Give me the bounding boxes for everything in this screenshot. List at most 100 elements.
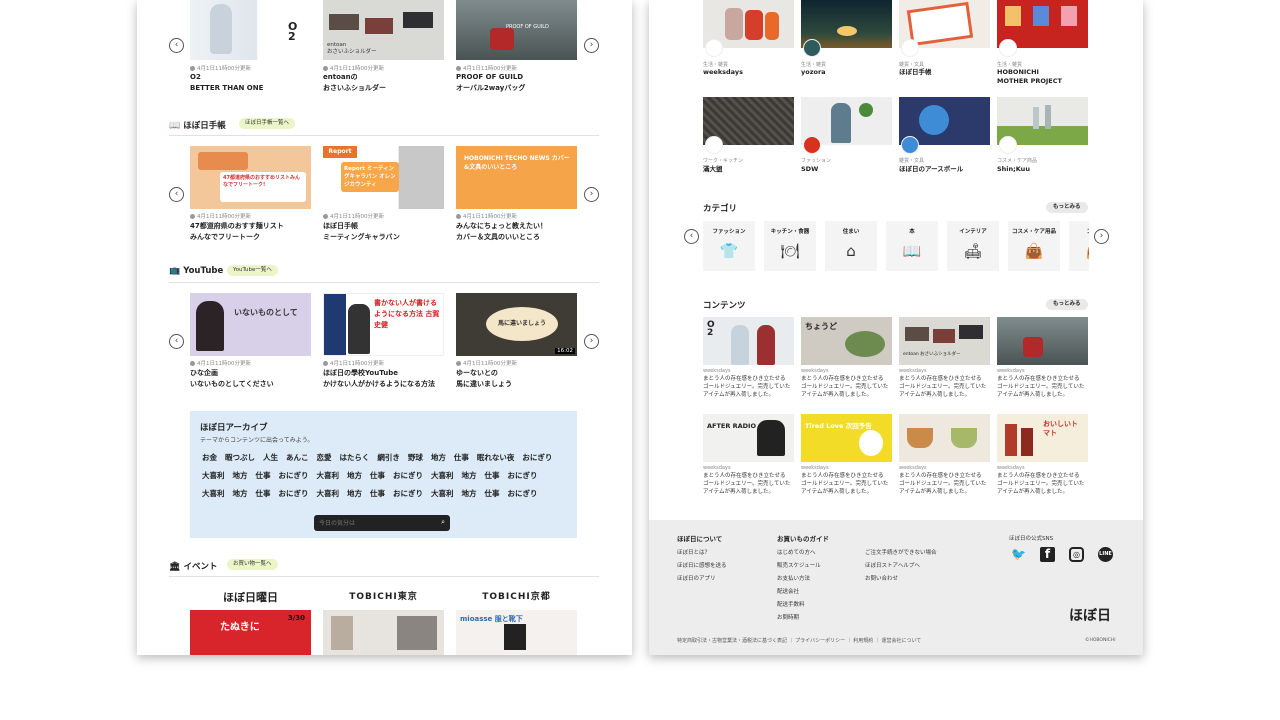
search-icon[interactable]: ⌕ xyxy=(441,518,445,527)
archive-tag[interactable]: 大喜利 xyxy=(202,471,225,480)
carousel-next-arrow-icon[interactable]: › xyxy=(1094,229,1109,244)
archive-tag[interactable]: おにぎり xyxy=(279,489,309,498)
archive-tag[interactable]: 仕事 xyxy=(256,489,271,498)
footer-link[interactable]: お問い合わせ xyxy=(865,574,898,582)
archive-tag[interactable]: おにぎり xyxy=(522,453,552,462)
venue-name[interactable]: TOBICHI京都 xyxy=(456,589,577,602)
content-desc[interactable]: まとう人の存在感をひき立たせる ゴールドジュエリー。完売していた アイテムが再入荷し… xyxy=(801,472,888,496)
footer-link[interactable]: 配送手数料 xyxy=(777,600,805,608)
footer-link[interactable]: ほぼ日のアプリ xyxy=(677,574,716,582)
archive-tag[interactable]: 大喜利 xyxy=(431,489,454,498)
techo-item-title[interactable]: ほぼ日手帳 ミーティングキャラバン xyxy=(323,221,400,243)
content-desc[interactable]: まとう人の存在感をひき立たせる ゴールドジュエリー。完売していた アイテムが再入荷し… xyxy=(703,375,790,399)
archive-tag[interactable]: あんこ xyxy=(286,453,309,462)
footer-link[interactable]: ほぼ日とは？ xyxy=(677,548,710,556)
techo-thumb-3[interactable]: HOBONICHI TECHO NEWS カバー&文具のいいところ xyxy=(456,146,577,209)
archive-search-input[interactable] xyxy=(319,518,429,528)
line-icon[interactable]: LINE xyxy=(1098,547,1113,562)
archive-tag[interactable]: おにぎり xyxy=(393,471,423,480)
archive-tag[interactable]: 野球 xyxy=(408,453,423,462)
techo-thumb-2[interactable]: Report Report ミーティングキャラバン オレンジカウンティ xyxy=(323,146,444,209)
footer-link[interactable]: ほぼ日に感想を送る xyxy=(677,561,727,569)
category-kitchen[interactable]: キッチン・食器 🍽 xyxy=(764,221,816,271)
archive-tag[interactable]: 恋愛 xyxy=(317,453,332,462)
content-thumb-3[interactable]: entoan おさいふショルダー xyxy=(899,317,990,365)
footer-link[interactable]: ご注文手続きができない場合 xyxy=(865,548,937,556)
content-desc[interactable]: まとう人の存在感をひき立たせる ゴールドジュエリー。完売していた アイテムが再入荷し… xyxy=(703,472,790,496)
product-thumb-o2[interactable]: O 2 xyxy=(190,0,311,60)
footer-link[interactable]: お支払い方法 xyxy=(777,574,810,582)
archive-tag[interactable]: 地方 xyxy=(347,471,362,480)
category-interior[interactable]: インテリア 🛋 xyxy=(947,221,999,271)
techo-list-link[interactable]: ほぼ日手帳一覧へ xyxy=(239,118,296,129)
youtube-item-title[interactable]: ゆーないとの 馬に違いましょう xyxy=(456,368,512,390)
category-home[interactable]: 住まい ⌂ xyxy=(825,221,877,271)
archive-tag[interactable]: おにぎり xyxy=(508,471,538,480)
footer-link[interactable]: 販売スケジュール xyxy=(777,561,821,569)
product-title[interactable]: PROOF OF GUILD オーバル2wayバッグ xyxy=(456,72,525,94)
footer-link[interactable]: 配送会社 xyxy=(777,587,799,595)
youtube-item-title[interactable]: ほぼ日の學校YouTube かけない人がかけるようになる方法 xyxy=(323,368,435,390)
archive-tag[interactable]: 仕事 xyxy=(370,489,385,498)
archive-tag[interactable]: 地方 xyxy=(462,489,477,498)
content-desc[interactable]: まとう人の存在感をひき立たせる ゴールドジュエリー。完売していた アイテムが再入荷し… xyxy=(801,375,888,399)
carousel-prev-arrow-icon[interactable]: ‹ xyxy=(169,187,184,202)
archive-tag[interactable]: はたらく xyxy=(340,453,370,462)
archive-tag[interactable]: 仕事 xyxy=(256,471,271,480)
category-cosme[interactable]: コスメ・ケア用品 👜 xyxy=(1008,221,1060,271)
content-thumb-4[interactable] xyxy=(997,317,1088,365)
techo-item-title[interactable]: みんなにちょっと教えたい！ カバー＆文具のいいところ xyxy=(456,221,547,243)
archive-tag[interactable]: 地方 xyxy=(431,453,446,462)
footer-link[interactable]: ほぼ日ストアヘルプへ xyxy=(865,561,920,569)
youtube-item-title[interactable]: ひな企画 いないものとしてください xyxy=(190,368,274,390)
event-thumb-1[interactable]: たぬきに 3/30 xyxy=(190,610,311,655)
archive-tag[interactable]: 眠れない夜 xyxy=(477,453,515,462)
youtube-thumb-2[interactable]: 書かない人が書けるようになる方法 古賀史健 xyxy=(323,293,444,356)
archive-tag[interactable]: 仕事 xyxy=(485,471,500,480)
category-fashion[interactable]: ファッション 👕 xyxy=(703,221,755,271)
content-desc[interactable]: まとう人の存在感をひき立たせる ゴールドジュエリー。完売していた アイテムが再入荷し… xyxy=(997,472,1084,496)
category-book[interactable]: 本 📖 xyxy=(886,221,938,271)
content-thumb-7[interactable] xyxy=(899,414,990,462)
content-thumb-5[interactable]: AFTER RADIO xyxy=(703,414,794,462)
contents-more-button[interactable]: もっとみる xyxy=(1046,299,1088,310)
archive-tag[interactable]: おにぎり xyxy=(393,489,423,498)
archive-tag[interactable]: 大喜利 xyxy=(317,471,340,480)
carousel-next-arrow-icon[interactable]: › xyxy=(584,334,599,349)
techo-thumb-1[interactable]: 47都道府県のおすすめリストみんなでフリートーク! xyxy=(190,146,311,209)
archive-tag[interactable]: 仕事 xyxy=(454,453,469,462)
archive-tag[interactable]: 大喜利 xyxy=(202,489,225,498)
archive-tag[interactable]: 地方 xyxy=(462,471,477,480)
archive-tag[interactable]: おにぎり xyxy=(508,489,538,498)
event-thumb-3[interactable]: mioasse 服と靴下 xyxy=(456,610,577,655)
youtube-list-link[interactable]: YouTube一覧へ xyxy=(227,265,278,276)
instagram-icon[interactable]: ◎ xyxy=(1069,547,1084,562)
archive-tag[interactable]: 仕事 xyxy=(485,489,500,498)
content-desc[interactable]: まとう人の存在感をひき立たせる ゴールドジュエリー。完売していた アイテムが再入荷し… xyxy=(997,375,1084,399)
footer-link[interactable]: はじめての方へ xyxy=(777,548,816,556)
archive-tag[interactable]: 暇つぶし xyxy=(225,453,255,462)
product-title[interactable]: O2 BETTER THAN ONE xyxy=(190,72,263,94)
hobonichi-logo[interactable]: ほぼ日 xyxy=(1069,605,1111,625)
facebook-icon[interactable]: f xyxy=(1040,547,1055,562)
content-desc[interactable]: まとう人の存在感をひき立たせる ゴールドジュエリー。完売していた アイテムが再入荷し… xyxy=(899,375,986,399)
youtube-thumb-3[interactable]: 馬に違いましょう 16:02 xyxy=(456,293,577,356)
twitter-icon[interactable]: 🐦 xyxy=(1011,547,1026,562)
content-thumb-1[interactable]: O 2 xyxy=(703,317,794,365)
product-title[interactable]: entoanの おさいふショルダー xyxy=(323,72,386,94)
archive-tag[interactable]: 大喜利 xyxy=(431,471,454,480)
archive-tag[interactable]: 地方 xyxy=(347,489,362,498)
carousel-next-arrow-icon[interactable]: › xyxy=(584,187,599,202)
techo-item-title[interactable]: 47都道府県のおすす麺リスト みんなでフリートーク xyxy=(190,221,284,243)
carousel-next-arrow-icon[interactable]: › xyxy=(584,38,599,53)
content-desc[interactable]: まとう人の存在感をひき立たせる ゴールドジュエリー。完売していた アイテムが再入荷し… xyxy=(899,472,986,496)
content-thumb-6[interactable]: Tired Love 次回予告 xyxy=(801,414,892,462)
category-cosme-partial[interactable]: コスメ👜 xyxy=(1069,221,1089,271)
venue-name[interactable]: TOBICHI東京 xyxy=(323,589,444,602)
content-thumb-8[interactable]: おいしいトマト xyxy=(997,414,1088,462)
carousel-prev-arrow-icon[interactable]: ‹ xyxy=(169,38,184,53)
footer-legal-links[interactable]: 特定商取引法・古物営業法・酒税法に基づく表記 ｜ プライバシーポリシー ｜ 利用… xyxy=(677,637,921,644)
carousel-prev-arrow-icon[interactable]: ‹ xyxy=(684,229,699,244)
content-thumb-2[interactable]: ちょうど xyxy=(801,317,892,365)
archive-tag[interactable]: お金 xyxy=(202,453,217,462)
